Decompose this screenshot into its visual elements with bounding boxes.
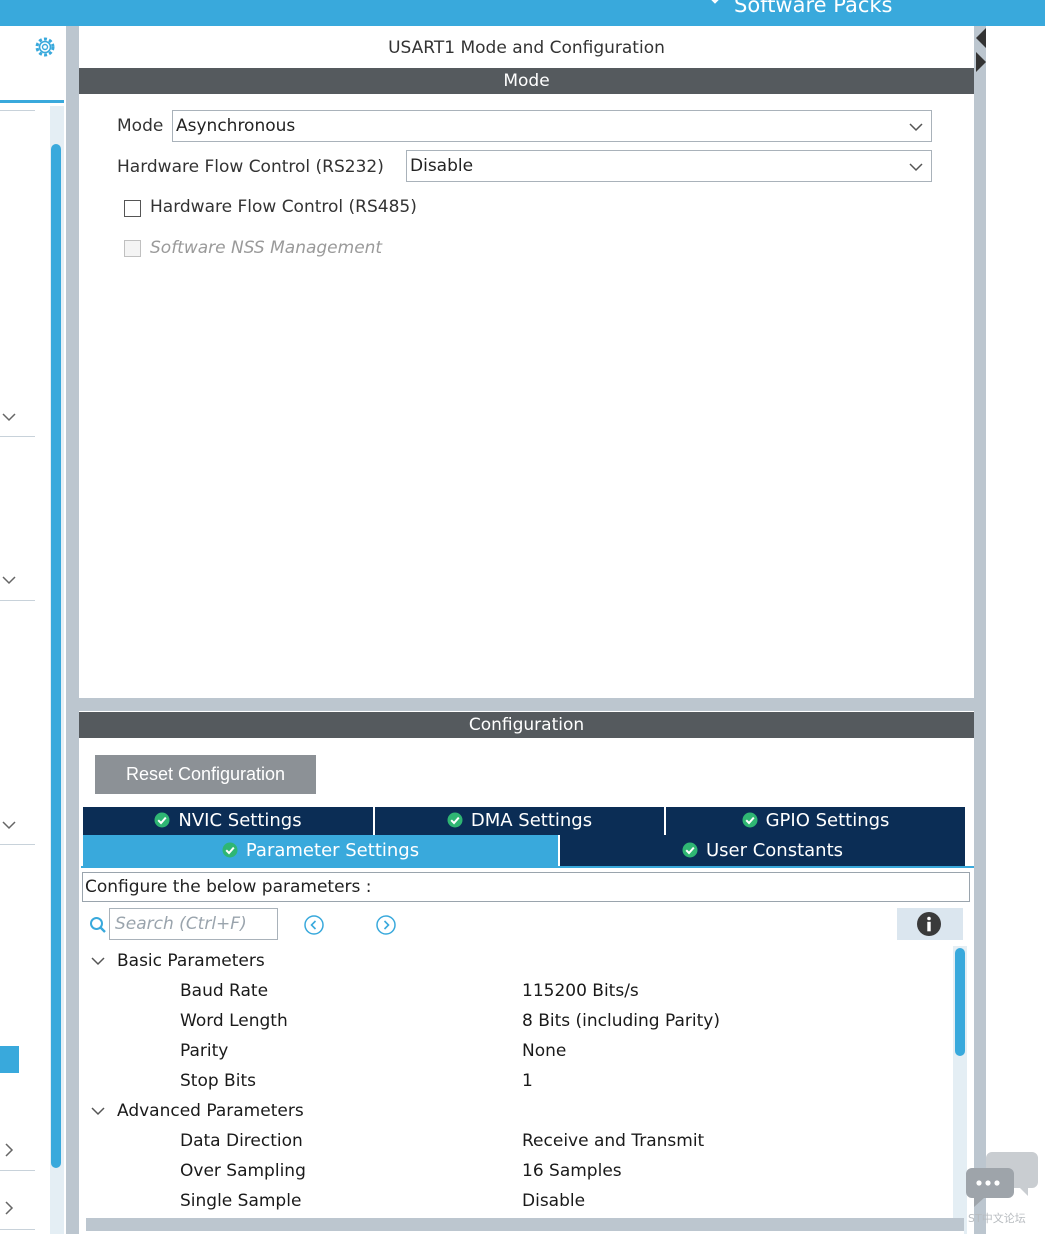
param-value[interactable]: 8 Bits (including Parity) (522, 1006, 720, 1036)
hwfc-rs232-value: Disable (410, 156, 474, 176)
table-row[interactable]: Baud Rate 115200 Bits/s (79, 976, 949, 1006)
mode-header: Mode (79, 68, 974, 94)
hwfc-rs485-checkbox[interactable] (124, 200, 141, 217)
check-circle-icon (682, 842, 698, 858)
tab-nvic-label: NVIC Settings (178, 810, 302, 831)
next-match-icon[interactable] (375, 914, 397, 936)
left-panel-divider (0, 110, 35, 111)
table-row[interactable]: Parity None (79, 1036, 949, 1066)
left-panel-divider (0, 436, 35, 437)
tree-group-basic[interactable]: Basic Parameters (79, 946, 949, 976)
mode-select[interactable]: Asynchronous (172, 110, 932, 142)
table-row[interactable]: Word Length 8 Bits (including Parity) (79, 1006, 949, 1036)
chat-bubble-icon (966, 1152, 1038, 1207)
search-input[interactable]: Search (Ctrl+F) (109, 908, 278, 940)
hwfc-rs232-select[interactable]: Disable (406, 150, 932, 182)
chevron-right-icon[interactable] (2, 1201, 16, 1215)
param-name: Stop Bits (180, 1071, 256, 1091)
param-name: Over Sampling (180, 1161, 306, 1181)
tab-underline (81, 866, 974, 868)
section-splitter[interactable] (79, 698, 974, 711)
tab-user-constants-label: User Constants (705, 840, 844, 861)
collapse-left-icon[interactable] (976, 28, 986, 48)
chevron-down-icon (909, 163, 923, 172)
chevron-down-icon (91, 1107, 105, 1116)
chevron-down-icon (909, 123, 923, 132)
tree-group-label: Advanced Parameters (117, 1101, 304, 1121)
software-nss-checkbox (124, 240, 141, 257)
chevron-down-icon[interactable] (2, 410, 16, 424)
param-name: Baud Rate (180, 981, 269, 1001)
param-value[interactable]: None (522, 1036, 566, 1066)
param-value[interactable]: 1 (522, 1066, 533, 1096)
chevron-right-icon[interactable] (2, 1143, 16, 1157)
table-row[interactable]: Stop Bits 1 (79, 1066, 949, 1096)
left-panel-divider (0, 600, 35, 601)
check-circle-icon (154, 812, 170, 828)
splitter-left[interactable] (66, 26, 79, 1234)
tree-scrollbar-thumb[interactable] (955, 948, 965, 1056)
mode-select-value: Asynchronous (176, 116, 296, 136)
hwfc-rs485-label: Hardware Flow Control (RS485) (150, 197, 417, 217)
tab-dma-settings[interactable]: DMA Settings (375, 807, 664, 835)
left-panel (0, 26, 66, 1234)
check-circle-icon (742, 812, 758, 828)
forum-watermark: ST中文论坛 (964, 1148, 1039, 1230)
tab-parameter-settings[interactable]: Parameter Settings (83, 835, 558, 866)
tab-parameter-label: Parameter Settings (245, 840, 420, 861)
check-circle-icon (447, 812, 463, 828)
tab-nvic-settings[interactable]: NVIC Settings (83, 807, 373, 835)
tree-group-label: Basic Parameters (117, 951, 265, 971)
left-panel-divider (0, 1170, 35, 1171)
hwfc-rs232-label: Hardware Flow Control (RS232) (117, 157, 384, 177)
table-row[interactable]: Single Sample Disable (79, 1186, 949, 1216)
splitter-right[interactable] (974, 26, 986, 1234)
panel-title: USART1 Mode and Configuration (388, 38, 665, 58)
configuration-header: Configuration (79, 712, 974, 738)
left-panel-divider (0, 100, 64, 103)
param-value[interactable]: Receive and Transmit (522, 1126, 704, 1156)
tab-gpio-settings[interactable]: GPIO Settings (666, 807, 965, 835)
mode-label: Mode (117, 116, 164, 136)
software-packs-menu[interactable]: Software Packs (708, 0, 892, 17)
gear-icon[interactable] (32, 34, 58, 60)
reset-configuration-button[interactable]: Reset Configuration (95, 755, 316, 794)
tree-group-advanced[interactable]: Advanced Parameters (79, 1096, 949, 1126)
tab-gpio-label: GPIO Settings (765, 810, 890, 831)
previous-match-icon[interactable] (303, 914, 325, 936)
param-name: Data Direction (180, 1131, 303, 1151)
param-name: Parity (180, 1041, 229, 1061)
chevron-down-icon[interactable] (2, 818, 16, 832)
top-bar: Software Packs (0, 0, 1045, 26)
horizontal-scrollbar[interactable] (86, 1218, 964, 1234)
table-row[interactable]: Over Sampling 16 Samples (79, 1156, 949, 1186)
param-name: Word Length (180, 1011, 288, 1031)
software-packs-label: Software Packs (734, 0, 893, 17)
usart1-config-panel: USART1 Mode and Configuration Mode Mode … (79, 26, 974, 1234)
collapse-right-icon[interactable] (976, 52, 986, 72)
left-panel-divider (0, 844, 35, 845)
tab-user-constants[interactable]: User Constants (560, 835, 965, 866)
software-nss-label: Software NSS Management (150, 238, 383, 258)
selected-item-marker[interactable] (0, 1046, 19, 1073)
table-row[interactable]: Data Direction Receive and Transmit (79, 1126, 949, 1156)
watermark-text: ST中文论坛 (968, 1212, 1026, 1225)
param-value[interactable]: Disable (522, 1186, 585, 1216)
param-value[interactable]: 16 Samples (522, 1156, 622, 1186)
tab-dma-label: DMA Settings (470, 810, 593, 831)
chevron-down-icon (711, 0, 719, 4)
left-panel-divider (0, 1229, 35, 1230)
param-name: Single Sample (180, 1191, 302, 1211)
chevron-down-icon[interactable] (2, 573, 16, 587)
check-circle-icon (222, 842, 238, 858)
info-icon (917, 912, 941, 936)
parameters-intro: Configure the below parameters : (82, 872, 970, 902)
chevron-down-icon (91, 957, 105, 966)
param-value[interactable]: 115200 Bits/s (522, 976, 639, 1006)
left-scrollbar-thumb[interactable] (51, 144, 61, 1168)
info-button[interactable] (897, 908, 963, 940)
search-icon (90, 917, 106, 933)
